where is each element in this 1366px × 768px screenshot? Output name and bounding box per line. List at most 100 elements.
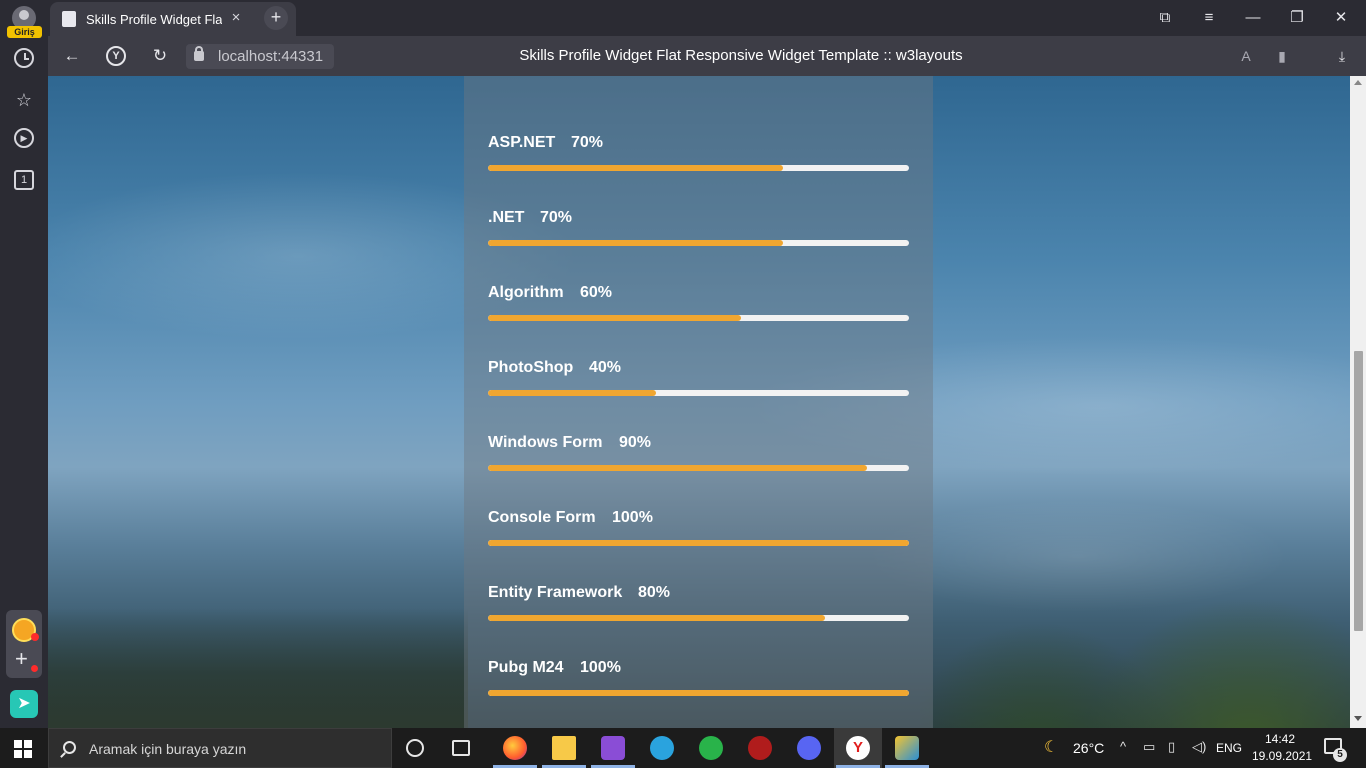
skill-percent: 70% xyxy=(571,134,604,151)
skills-panel: ASP.NET 70% .NET 70% Algorithm 60% PhotoShop 40… xyxy=(464,76,933,728)
add-icon[interactable]: + xyxy=(15,648,28,670)
minimize-button[interactable]: — xyxy=(1241,6,1265,30)
language-indicator[interactable]: ENG xyxy=(1216,741,1242,755)
firefox-icon[interactable] xyxy=(493,736,537,768)
skill-progress-fill xyxy=(488,315,741,321)
url-field[interactable]: localhost:44331 xyxy=(186,44,334,69)
skill-progress-track xyxy=(488,390,909,396)
document-icon xyxy=(62,11,76,27)
browser-tab[interactable]: Skills Profile Widget Flat Responsive Wi… xyxy=(50,2,296,36)
skill-name: ASP.NET xyxy=(488,134,556,151)
task-view-icon[interactable] xyxy=(452,740,470,756)
clock-time[interactable]: 14:42 xyxy=(1252,732,1308,746)
reload-button[interactable]: ↻ xyxy=(148,44,172,68)
whatsapp-icon[interactable] xyxy=(699,736,723,760)
download-icon[interactable]: ⤓ xyxy=(1330,44,1354,68)
scroll-thumb[interactable] xyxy=(1354,351,1363,631)
page-scrollbar[interactable] xyxy=(1350,76,1366,728)
star-icon[interactable]: ☆ xyxy=(12,88,36,112)
alert-dot-icon xyxy=(31,665,38,672)
alert-dot-icon xyxy=(31,633,39,641)
yandex-icon[interactable]: Y xyxy=(106,46,126,66)
web-content: ASP.NET 70% .NET 70% Algorithm 60% PhotoShop 40… xyxy=(48,76,1350,728)
send-icon[interactable]: ➤ xyxy=(10,690,38,718)
skill-progress-track xyxy=(488,240,909,246)
tab-counter-icon[interactable]: 1 xyxy=(14,170,34,190)
skill-name: Console Form xyxy=(488,509,596,526)
back-button[interactable]: ← xyxy=(60,44,84,68)
clock-date[interactable]: 19.09.2021 xyxy=(1252,749,1312,763)
skill-progress-fill xyxy=(488,390,657,396)
skill-percent: 70% xyxy=(540,209,573,226)
notification-count-badge: 5 xyxy=(1333,748,1347,762)
skill-progress-fill xyxy=(488,465,867,471)
show-hidden-icons-icon[interactable]: ^ xyxy=(1120,739,1126,754)
lock-icon[interactable] xyxy=(194,46,204,61)
bookmark-icon[interactable]: ▮ xyxy=(1270,44,1294,68)
skill-progress-fill xyxy=(488,165,783,171)
skill-name: Pubg M24 xyxy=(488,659,564,676)
visual-studio-icon[interactable] xyxy=(591,736,635,768)
page-title: Skills Profile Widget Flat Responsive Wi… xyxy=(519,47,963,64)
url-text[interactable]: localhost:44331 xyxy=(218,48,323,65)
battery-icon[interactable]: ▭ xyxy=(1143,739,1155,755)
background-trees xyxy=(920,518,1350,728)
yandex-browser-icon[interactable]: Y xyxy=(836,736,880,768)
skill-row: Console Form 100% xyxy=(488,509,909,584)
scroll-up-icon[interactable] xyxy=(1354,80,1362,85)
skill-progress-track xyxy=(488,690,909,696)
skill-percent: 60% xyxy=(580,284,613,301)
skill-row: PhotoShop 40% xyxy=(488,359,909,434)
extensions-icon[interactable]: ⧉ xyxy=(1153,6,1177,30)
network-icon[interactable]: ▯ xyxy=(1168,739,1175,755)
skill-row: Pubg M24 100% xyxy=(488,659,909,728)
app-icon[interactable] xyxy=(885,736,929,768)
skill-row xyxy=(488,76,909,99)
skill-row: ASP.NET 70% xyxy=(488,134,909,209)
windows-start-icon[interactable] xyxy=(14,740,32,758)
skill-name: .NET xyxy=(488,209,525,226)
play-icon[interactable]: ▶ xyxy=(14,128,34,148)
skill-progress-fill xyxy=(488,690,909,696)
skill-progress-track xyxy=(488,465,909,471)
skill-row: Entity Framework 80% xyxy=(488,584,909,659)
cortana-icon[interactable] xyxy=(406,739,424,757)
skill-percent: 90% xyxy=(619,434,652,451)
close-icon[interactable]: × xyxy=(226,8,246,28)
menu-icon[interactable]: ≡ xyxy=(1197,6,1221,30)
taskbar-search-input[interactable]: Aramak için buraya yazın xyxy=(48,728,392,768)
skill-progress-fill xyxy=(488,240,783,246)
telegram-icon[interactable] xyxy=(650,736,674,760)
skill-name: PhotoShop xyxy=(488,359,574,376)
skill-name: Entity Framework xyxy=(488,584,623,601)
close-window-button[interactable]: ✕ xyxy=(1329,6,1353,30)
background-trees xyxy=(48,608,468,728)
game-icon[interactable] xyxy=(748,736,772,760)
translate-icon[interactable]: A xyxy=(1234,44,1258,68)
tab-title: Skills Profile Widget Flat Responsive Wi… xyxy=(86,12,222,27)
weather-moon-icon[interactable]: ☾ xyxy=(1044,737,1058,757)
skill-progress-track xyxy=(488,165,909,171)
windows-taskbar: Aramak için buraya yazın Y ☾ 26°C ^ ▭ ▯ … xyxy=(0,728,1366,768)
weather-temperature[interactable]: 26°C xyxy=(1073,740,1104,756)
address-bar: ← Y ↻ localhost:44331 Skills Profile Wid… xyxy=(48,36,1366,76)
scroll-down-icon[interactable] xyxy=(1354,716,1362,721)
skill-progress-track xyxy=(488,540,909,546)
new-tab-button[interactable]: + xyxy=(264,6,288,30)
skill-progress-fill xyxy=(488,615,825,621)
skill-row: .NET 70% xyxy=(488,209,909,284)
skill-progress-fill xyxy=(488,540,909,546)
skill-progress-track xyxy=(488,615,909,621)
sidebar-tools: + xyxy=(6,610,42,678)
file-explorer-icon[interactable] xyxy=(542,736,586,768)
skill-percent: 80% xyxy=(638,584,671,601)
browser-sidebar: Giriş ☆ ▶ 1 + ➤ xyxy=(0,0,48,728)
volume-icon[interactable]: ◁) xyxy=(1192,739,1206,755)
maximize-button[interactable]: ❐ xyxy=(1285,6,1309,30)
history-icon[interactable] xyxy=(14,48,34,68)
login-badge[interactable]: Giriş xyxy=(7,26,42,38)
discord-icon[interactable] xyxy=(797,736,821,760)
skill-progress-track xyxy=(488,315,909,321)
search-icon xyxy=(63,741,76,754)
skill-percent: 40% xyxy=(589,359,622,376)
